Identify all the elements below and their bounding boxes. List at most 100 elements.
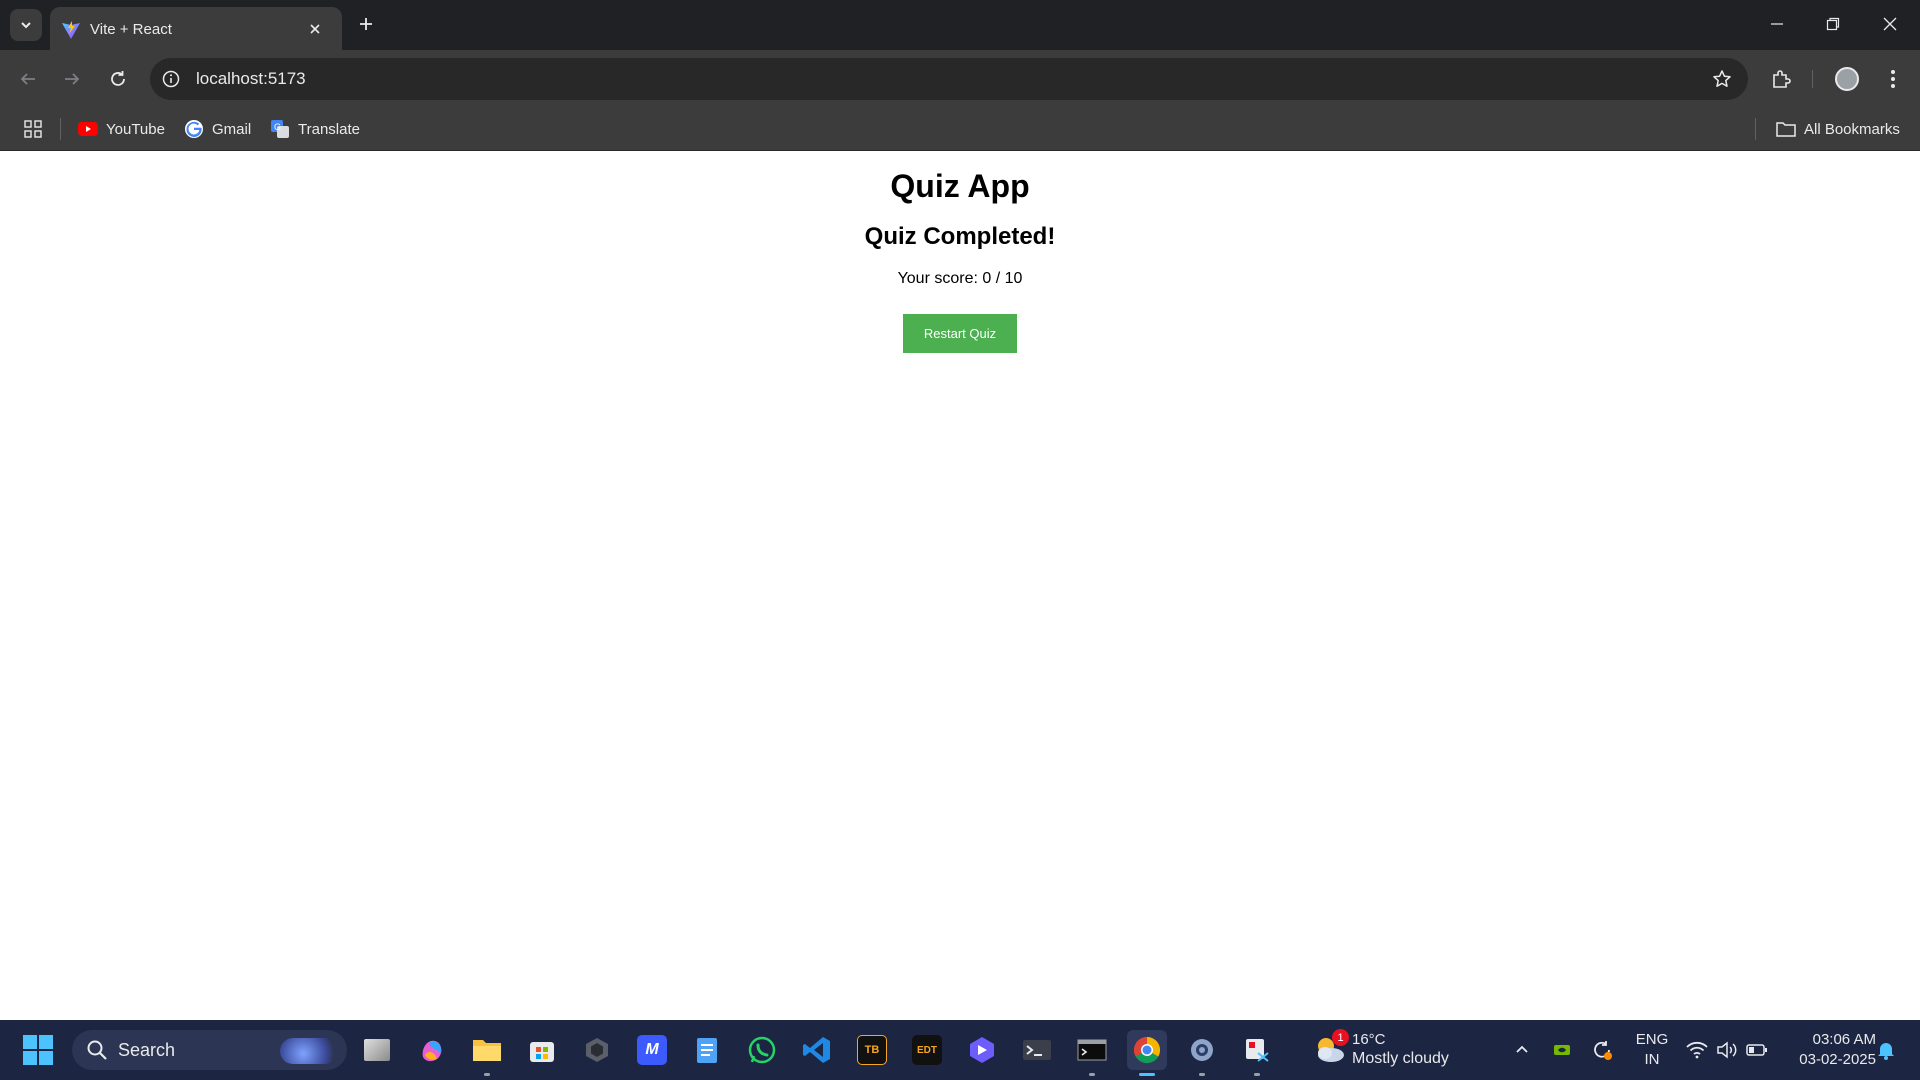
running-indicator [1254,1073,1260,1076]
svg-text:G: G [274,122,281,132]
chevron-down-icon [21,22,31,29]
more-vert-icon [1891,70,1895,88]
site-info-button[interactable] [160,68,182,90]
close-window-button[interactable] [1872,8,1908,40]
running-indicator [1139,1073,1155,1076]
weather-widget[interactable]: 1 16°C Mostly cloudy [1308,1028,1458,1072]
whatsapp-icon[interactable] [742,1030,782,1070]
bookmarks-divider [1755,118,1756,140]
vite-logo-icon [62,21,80,39]
weather-temperature: 16°C [1352,1031,1386,1048]
battery-icon[interactable] [1745,1038,1769,1062]
terminal-icon[interactable] [1017,1030,1057,1070]
windows-start-icon[interactable] [22,1034,54,1066]
reload-icon [111,71,125,86]
nvidia-icon[interactable] [1550,1038,1574,1062]
browser-toolbar: localhost:5173 [0,50,1920,108]
bookmark-youtube[interactable]: YouTube [78,116,165,142]
quiz-result-heading: Quiz Completed! [864,223,1056,250]
bell-icon [1878,1043,1894,1060]
search-placeholder: Search [118,1040,176,1060]
app-icon[interactable] [962,1030,1002,1070]
minimize-button[interactable] [1759,8,1795,40]
profile-button[interactable] [1831,63,1863,95]
address-bar[interactable]: localhost:5173 [150,58,1748,100]
browser-tab[interactable]: Vite + React [50,7,342,50]
bookmark-label: Gmail [212,120,252,138]
arrow-left-icon [20,73,35,85]
browser-title-bar: Vite + React [0,0,1920,50]
all-bookmarks-button[interactable]: All Bookmarks [1776,116,1900,142]
language-region: IN [1644,1051,1660,1068]
sync-icon[interactable] [1590,1038,1614,1062]
close-icon [1883,17,1897,31]
taskbar-search[interactable]: Search [72,1030,347,1070]
vscode-icon[interactable] [797,1030,837,1070]
weather-alert-badge: 1 [1332,1029,1349,1046]
plus-icon [360,18,372,30]
toolbar-divider [1812,70,1813,88]
tab-search-button[interactable] [10,9,42,41]
address-bar-url: localhost:5173 [196,69,306,88]
input-language-indicator[interactable]: ENG IN [1630,1030,1674,1070]
arrow-right-icon [65,73,80,85]
menu-button[interactable] [1877,63,1909,95]
system-clock[interactable]: 03:06 AM 03-02-2025 [1780,1030,1876,1070]
file-explorer-icon[interactable] [467,1030,507,1076]
star-icon [1713,70,1731,87]
search-icon [87,1040,107,1060]
bookmark-star-button[interactable] [1710,67,1734,91]
running-indicator [1199,1073,1205,1076]
snipping-tool-icon[interactable] [1237,1030,1277,1076]
dev-tool-icon[interactable] [577,1030,617,1070]
weather-description: Mostly cloudy [1352,1050,1449,1067]
microsoft-store-icon[interactable] [522,1030,562,1070]
tab-close-button[interactable] [304,18,326,40]
show-hidden-icons-button[interactable] [1510,1038,1534,1062]
all-bookmarks-label: All Bookmarks [1804,120,1900,138]
apps-button[interactable] [20,116,46,142]
language-code: ENG [1635,1031,1669,1048]
bookmark-label: Translate [298,120,360,138]
new-tab-button[interactable] [352,10,380,38]
youtube-icon [78,122,98,136]
forward-button[interactable] [56,63,88,95]
bookmark-label: YouTube [106,120,165,138]
notepad-icon[interactable] [687,1030,727,1070]
clock-date: 03-02-2025 [1799,1051,1876,1068]
edt-app-icon[interactable]: EDT [907,1030,947,1070]
chevron-up-icon [1516,1045,1528,1053]
copilot-icon[interactable] [412,1030,452,1070]
bookmark-gmail[interactable]: Gmail [184,116,251,142]
bookmark-translate[interactable]: G Translate [270,116,360,142]
windows-taskbar: Search M TB EDT 1 16°C Mostly cloudy ENG… [0,1020,1920,1080]
apps-grid-icon [24,120,42,138]
reload-button[interactable] [102,63,134,95]
close-icon [310,24,320,34]
back-button[interactable] [12,63,44,95]
restart-quiz-button[interactable]: Restart Quiz [903,314,1017,353]
chrome-icon[interactable] [1127,1030,1167,1076]
clock-time: 03:06 AM [1812,1031,1876,1048]
extensions-button[interactable] [1765,63,1797,95]
running-indicator [1089,1073,1095,1076]
task-view-icon[interactable] [357,1030,397,1070]
wifi-icon[interactable] [1685,1038,1709,1062]
volume-icon[interactable] [1715,1038,1739,1062]
settings-icon[interactable] [1182,1030,1222,1076]
web-page-content: Quiz App Quiz Completed! Your score: 0 /… [0,151,1920,1020]
tb-app-icon[interactable]: TB [852,1030,892,1070]
command-prompt-icon[interactable] [1072,1030,1112,1076]
folder-icon [1776,122,1796,137]
search-highlight-image [280,1038,338,1064]
page-title: Quiz App [890,168,1030,204]
tab-title: Vite + React [90,21,172,38]
notifications-button[interactable] [1874,1038,1898,1062]
score-text: Your score: 0 / 10 [897,270,1023,287]
minimize-icon [1771,23,1783,25]
puzzle-icon [1773,70,1791,88]
avatar [1835,67,1859,91]
restore-button[interactable] [1815,8,1851,40]
restore-icon [1826,17,1840,31]
app-icon[interactable]: M [632,1030,672,1070]
